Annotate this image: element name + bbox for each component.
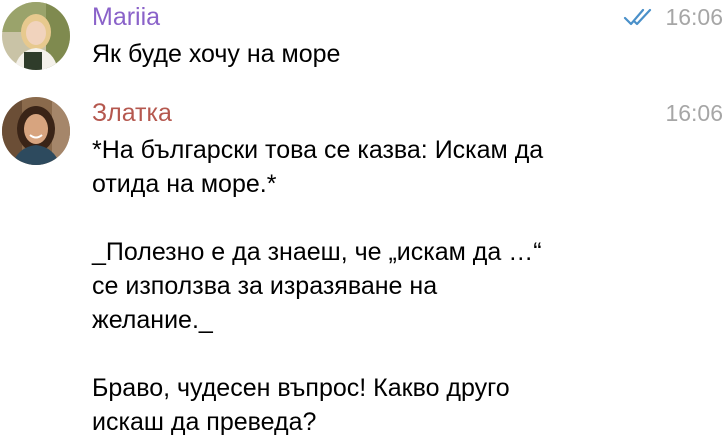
sender-name[interactable]: Златка — [92, 98, 172, 128]
avatar[interactable] — [2, 2, 70, 70]
avatar[interactable] — [2, 97, 70, 165]
avatar-mariia-image — [2, 2, 70, 70]
message-zlatka[interactable]: Златка 16:06 *На български това се казва… — [0, 90, 723, 436]
message-time: 16:06 — [665, 100, 723, 126]
message-time: 16:06 — [665, 4, 723, 30]
message-mariia[interactable]: Mariia 16:06 Як буде хочу на море — [0, 0, 723, 80]
message-text: Як буде хочу на море — [92, 40, 341, 68]
message-meta: 16:06 — [623, 2, 723, 32]
avatar-zlatka-image — [2, 97, 70, 165]
chat-history: Mariia 16:06 Як буде хочу на море Златка… — [0, 0, 723, 436]
sender-name[interactable]: Mariia — [92, 2, 160, 32]
double-check-icon — [623, 7, 657, 27]
message-text: *На български това се казва: Искам да от… — [92, 136, 544, 436]
message-meta: 16:06 — [665, 98, 723, 128]
